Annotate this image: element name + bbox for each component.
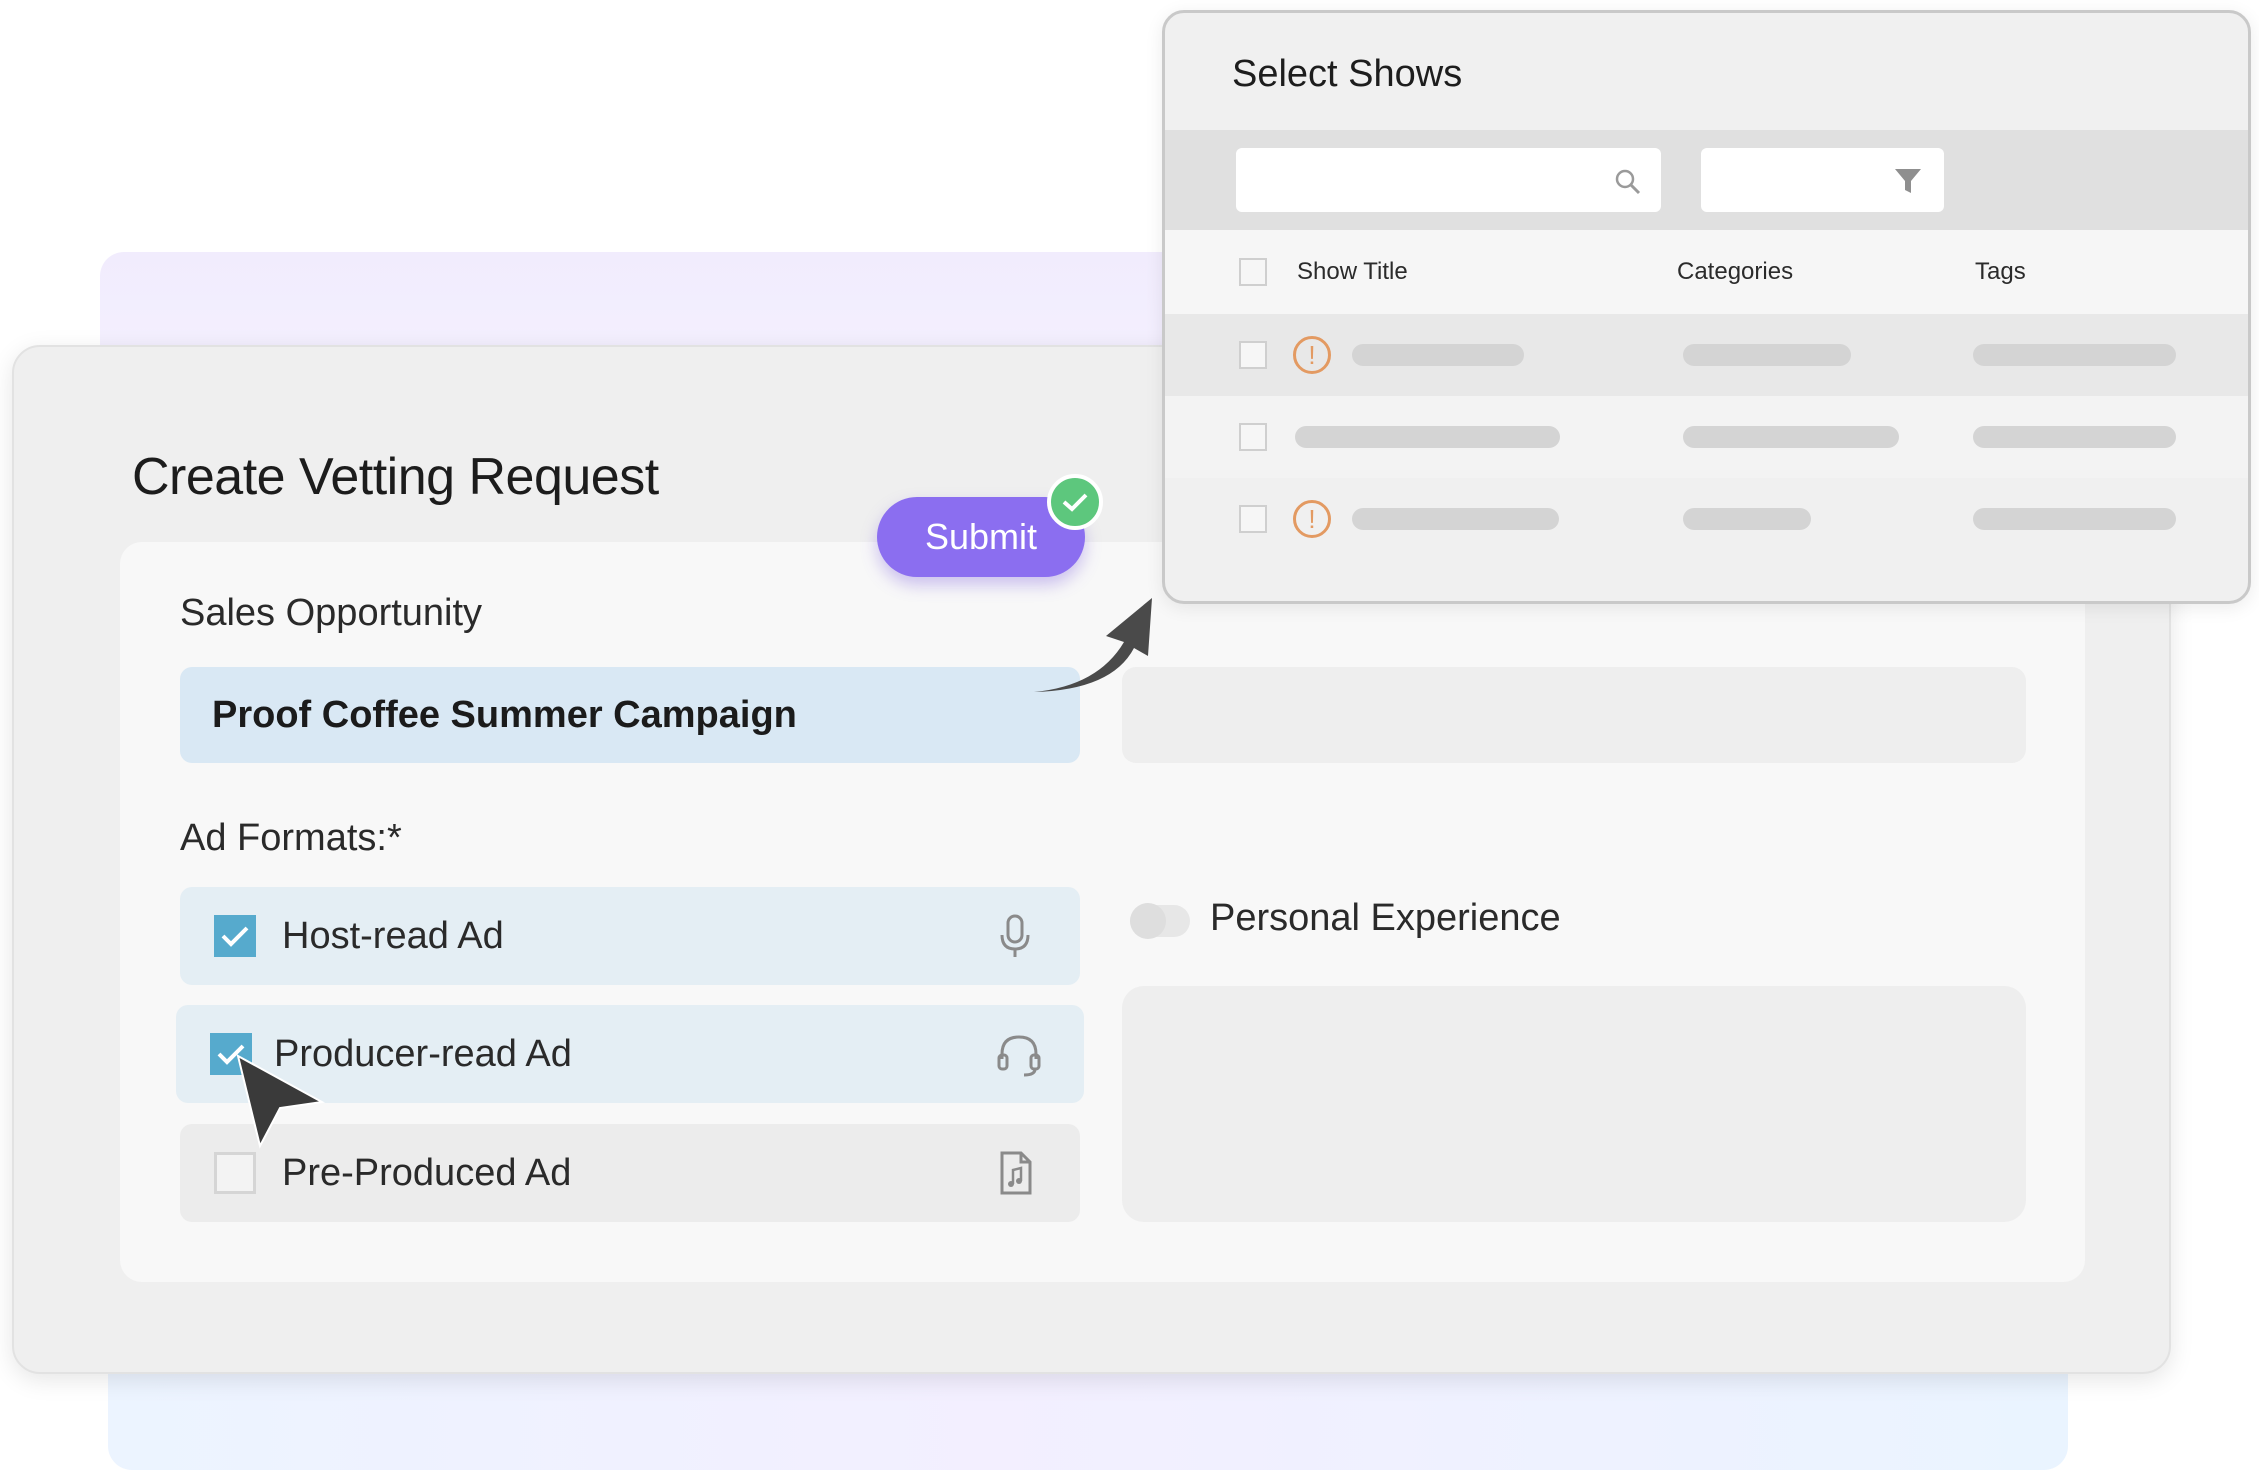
pre-produced-label: Pre-Produced Ad: [282, 1151, 572, 1194]
show-title-placeholder: [1295, 426, 1560, 448]
shows-filter-dropdown[interactable]: [1701, 148, 1944, 212]
personal-experience-label: Personal Experience: [1210, 897, 1561, 939]
secondary-field[interactable]: [1122, 667, 2026, 763]
show-title-placeholder: [1352, 508, 1559, 530]
row-checkbox[interactable]: [1239, 423, 1267, 451]
shows-search-input[interactable]: [1236, 148, 1661, 212]
filter-bar: [1165, 130, 2248, 230]
table-row[interactable]: [1165, 396, 2248, 478]
column-show-title[interactable]: Show Title: [1297, 258, 1408, 286]
curved-arrow-icon: [1034, 598, 1152, 692]
table-row[interactable]: !: [1165, 314, 2248, 396]
row-checkbox[interactable]: [1239, 505, 1267, 533]
select-all-checkbox[interactable]: [1239, 258, 1267, 286]
select-shows-popup: Select Shows Show Title Categories Tags …: [1162, 10, 2251, 604]
sales-opportunity-label: Sales Opportunity: [180, 592, 483, 634]
ad-format-host-read[interactable]: Host-read Ad: [180, 887, 1080, 985]
host-read-label: Host-read Ad: [282, 914, 504, 957]
pre-produced-checkbox[interactable]: [214, 1152, 256, 1194]
success-check-icon: [1047, 474, 1103, 530]
show-title-placeholder: [1352, 344, 1524, 366]
personal-experience-textarea[interactable]: [1122, 986, 2026, 1222]
popup-title: Select Shows: [1232, 53, 1463, 95]
personal-experience-toggle[interactable]: [1130, 903, 1190, 939]
warning-icon: !: [1293, 500, 1331, 538]
headset-icon: [997, 1035, 1041, 1077]
tags-placeholder: [1973, 344, 2176, 366]
microphone-icon: [1000, 914, 1030, 957]
search-icon[interactable]: [1614, 168, 1642, 196]
table-header: Show Title Categories Tags: [1165, 230, 2248, 314]
tags-placeholder: [1973, 426, 2176, 448]
host-read-checkbox[interactable]: [214, 915, 256, 957]
toggle-knob: [1130, 903, 1166, 939]
filter-icon[interactable]: [1893, 166, 1923, 196]
column-tags[interactable]: Tags: [1975, 258, 2026, 286]
categories-placeholder: [1683, 344, 1851, 366]
audio-file-icon: [1000, 1151, 1032, 1195]
ad-formats-label: Ad Formats:*: [180, 817, 402, 859]
tags-placeholder: [1973, 508, 2176, 530]
page-title: Create Vetting Request: [132, 448, 659, 506]
row-checkbox[interactable]: [1239, 341, 1267, 369]
table-row[interactable]: !: [1165, 478, 2248, 560]
sales-opportunity-field[interactable]: Proof Coffee Summer Campaign: [180, 667, 1080, 763]
warning-icon: !: [1293, 336, 1331, 374]
column-categories[interactable]: Categories: [1677, 258, 1793, 286]
categories-placeholder: [1683, 426, 1899, 448]
mouse-cursor-icon: [236, 1054, 326, 1149]
categories-placeholder: [1683, 508, 1811, 530]
